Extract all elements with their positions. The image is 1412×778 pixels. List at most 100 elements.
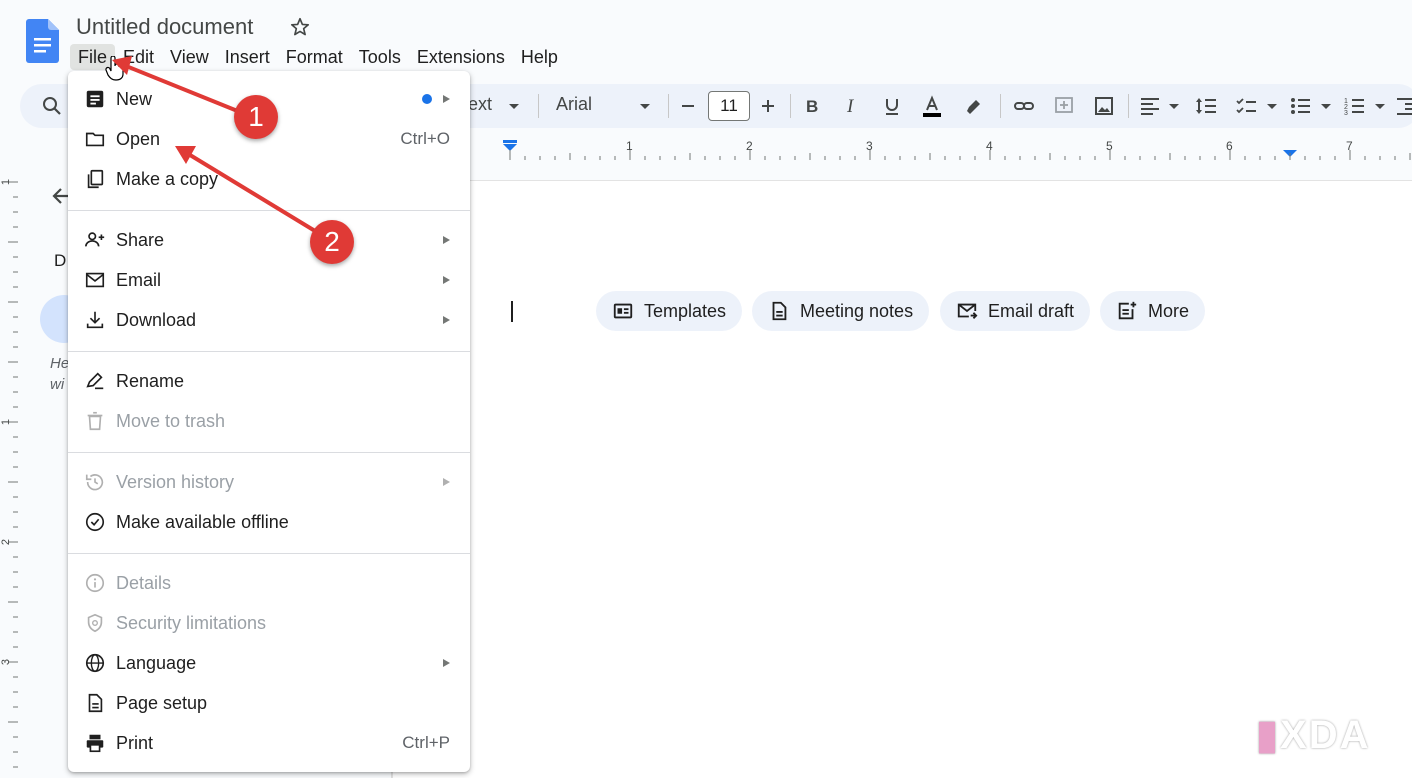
templates-chip[interactable]: Templates [596,291,742,331]
text-cursor [511,301,513,322]
menu-item-email[interactable]: Email [68,260,470,300]
menu-tools[interactable]: Tools [351,44,409,70]
menu-item-language[interactable]: Language [68,643,470,683]
styles-dropdown[interactable]: ext [468,94,492,115]
bulleted-list-dropdown-arrow-icon[interactable] [1314,94,1338,118]
ruler-label: 2 [746,139,753,153]
download-icon [84,309,106,331]
templates-icon [612,300,634,322]
numbered-list-dropdown-arrow-icon[interactable] [1368,94,1392,118]
templates-chip-label: Templates [644,301,726,322]
ruler-label: 4 [986,139,993,153]
toolbar-divider [790,94,791,118]
search-menus-icon[interactable] [40,94,64,118]
indent-icon[interactable] [1394,94,1412,118]
menu-divider [68,553,470,554]
menu-view[interactable]: View [162,44,217,70]
bulleted-list-icon[interactable] [1288,94,1312,118]
line-spacing-icon[interactable] [1194,94,1218,118]
document-page[interactable] [392,180,1412,778]
submenu-arrow-icon [443,478,450,486]
checklist-icon[interactable] [1234,94,1258,118]
insert-image-icon[interactable] [1092,94,1116,118]
email-draft-chip[interactable]: Email draft [940,291,1090,331]
highlight-color-icon[interactable] [962,94,986,118]
insert-link-icon[interactable] [1012,94,1036,118]
menu-format[interactable]: Format [278,44,351,70]
menu-help[interactable]: Help [513,44,566,70]
menu-item-move-to-trash: Move to trash [68,401,470,441]
history-icon [84,471,106,493]
vruler-label: 1 [0,179,12,185]
menu-bar: File Edit View Insert Format Tools Exten… [70,44,566,70]
menu-item-label: Print [116,733,153,754]
menu-divider [68,351,470,352]
watermark-text: XDA [1280,713,1370,757]
menu-item-make-copy[interactable]: Make a copy [68,159,470,199]
vertical-ruler[interactable] [0,162,20,778]
font-dropdown-arrow-icon[interactable] [633,94,657,118]
add-document-icon [1116,300,1138,322]
styles-dropdown-arrow-icon[interactable] [502,94,526,118]
menu-divider [68,452,470,453]
menu-item-label: Security limitations [116,613,266,634]
outline-hint-text: He [50,355,69,372]
outline-hint-text: wi [50,376,64,393]
vruler-label: 1 [0,419,12,425]
menu-insert[interactable]: Insert [217,44,278,70]
align-dropdown-arrow-icon[interactable] [1162,94,1186,118]
menu-item-download[interactable]: Download [68,300,470,340]
menu-item-details: Details [68,563,470,603]
shield-icon [84,612,106,634]
increase-font-size-icon[interactable] [756,94,780,118]
toolbar-divider [538,94,539,118]
document-icon [768,300,790,322]
submenu-arrow-icon [443,236,450,244]
align-icon[interactable] [1138,94,1162,118]
menu-item-rename[interactable]: Rename [68,361,470,401]
offline-check-icon [84,511,106,533]
email-send-icon [956,300,978,322]
trash-icon [84,410,106,432]
docs-logo-icon[interactable] [26,19,59,63]
menu-item-page-setup[interactable]: Page setup [68,683,470,723]
checklist-dropdown-arrow-icon[interactable] [1260,94,1284,118]
horizontal-ruler[interactable] [470,138,1412,162]
text-color-icon[interactable] [920,94,944,118]
numbered-list-icon[interactable]: 123 [1342,94,1366,118]
italic-icon[interactable]: I [840,94,864,118]
file-menu: New Open Ctrl+O Make a copy Share Email … [68,71,470,772]
document-title[interactable]: Untitled document [76,14,253,40]
menu-item-security-limitations: Security limitations [68,603,470,643]
more-chip[interactable]: More [1100,291,1205,331]
outline-heading: D [54,251,66,271]
font-size-input[interactable]: 11 [708,91,750,121]
new-indicator-dot [422,94,432,104]
menu-item-label: Details [116,573,171,594]
underline-icon[interactable] [880,94,904,118]
ruler-label: 1 [626,139,633,153]
email-draft-chip-label: Email draft [988,301,1074,322]
menu-item-label: Share [116,230,164,251]
shortcut-text: Ctrl+P [402,733,450,753]
meeting-notes-chip[interactable]: Meeting notes [752,291,929,331]
menu-item-share[interactable]: Share [68,220,470,260]
rename-icon [84,370,106,392]
font-dropdown[interactable]: Arial [556,94,592,115]
toolbar-divider [1000,94,1001,118]
menu-item-label: Open [116,129,160,150]
left-indent-marker-icon[interactable] [503,144,517,151]
svg-text:3: 3 [1344,110,1348,117]
xda-watermark-logo: ▮XDA [1256,712,1370,758]
submenu-arrow-icon [443,276,450,284]
svg-text:B: B [806,97,818,116]
menu-extensions[interactable]: Extensions [409,44,513,70]
decrease-font-size-icon[interactable] [676,94,700,118]
menu-item-make-offline[interactable]: Make available offline [68,502,470,542]
globe-icon [84,652,106,674]
star-icon[interactable] [289,16,311,38]
menu-item-print[interactable]: Print Ctrl+P [68,723,470,763]
add-comment-icon[interactable] [1052,94,1076,118]
submenu-arrow-icon [443,659,450,667]
bold-icon[interactable]: B [800,94,824,118]
